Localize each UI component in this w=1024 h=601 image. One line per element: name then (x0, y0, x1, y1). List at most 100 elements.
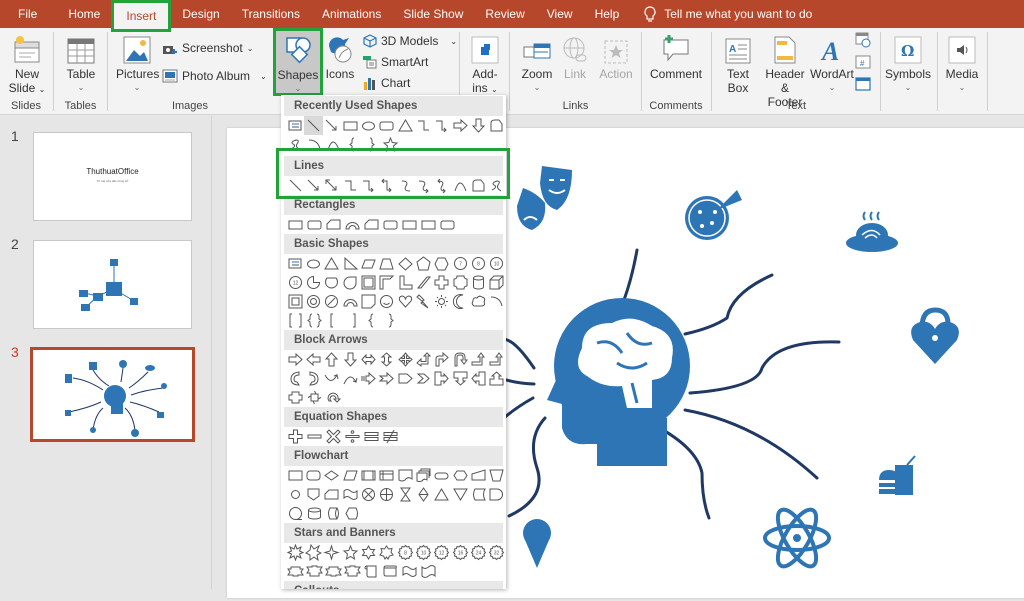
shape-arc-icon[interactable] (305, 135, 324, 154)
shape-scrollh-icon[interactable] (381, 562, 400, 581)
shape-elba-icon[interactable] (433, 116, 451, 135)
tab-slide-show[interactable]: Slide Show (392, 0, 474, 28)
shape-lup-icon[interactable] (414, 350, 432, 369)
shape-ra-icon[interactable] (451, 116, 469, 135)
shape-sun-icon[interactable] (433, 292, 451, 311)
shape-fproc-icon[interactable] (286, 466, 304, 485)
shape-s5-icon[interactable] (381, 135, 400, 154)
shape-falt-icon[interactable] (304, 466, 322, 485)
shape-fcard-icon[interactable] (324, 215, 343, 234)
shape-fsum-icon[interactable] (359, 485, 377, 504)
shape-rrect-icon[interactable] (305, 215, 324, 234)
shape-strip-icon[interactable] (359, 369, 377, 388)
shape-chord-icon[interactable] (323, 273, 341, 292)
shape-seal-icon[interactable]: 24 (469, 543, 487, 562)
shape-cross-icon[interactable] (433, 273, 451, 292)
media-button[interactable]: Media ⌄ (942, 30, 982, 95)
shape-curvR-icon[interactable] (286, 369, 304, 388)
shape-ucall-icon[interactable] (488, 369, 506, 388)
shape-fcard-icon[interactable] (362, 215, 381, 234)
shape-pie-icon[interactable] (304, 273, 322, 292)
shape-bevel-icon[interactable] (286, 292, 304, 311)
shape-curv-icon[interactable] (396, 176, 414, 195)
shape-para-icon[interactable] (359, 254, 377, 273)
tell-me-search[interactable]: Tell me what you want to do (644, 6, 812, 22)
shape-fext-icon[interactable] (433, 485, 451, 504)
shape-rect-icon[interactable] (286, 215, 305, 234)
tab-view[interactable]: View (536, 0, 584, 28)
shape-la-icon[interactable] (304, 350, 322, 369)
shape-oval-icon[interactable] (304, 254, 322, 273)
shape-rrect-icon[interactable] (378, 116, 396, 135)
shape-rect-icon[interactable] (400, 215, 419, 234)
shape-ribbon2-icon[interactable] (343, 562, 362, 581)
tab-review[interactable]: Review (474, 0, 535, 28)
slide-thumbnail-1[interactable]: ThuthuatOffice Trí tuệ của dân công sở (33, 132, 192, 221)
icons-button[interactable]: Icons (324, 30, 356, 81)
shape-curvD-icon[interactable] (341, 369, 359, 388)
shape-trap-icon[interactable] (378, 254, 396, 273)
shape-seal-icon[interactable]: 12 (433, 543, 451, 562)
shape-fmop-icon[interactable] (488, 466, 506, 485)
shape-dia-icon[interactable] (396, 254, 414, 273)
shape-curvL-icon[interactable] (304, 369, 322, 388)
3d-models-button[interactable]: 3D Models ⌄ (363, 34, 457, 48)
shape-line-icon[interactable] (286, 176, 304, 195)
shape-ribbon-icon[interactable] (324, 562, 343, 581)
shape-arch-icon[interactable] (343, 215, 362, 234)
shape-fprep-icon[interactable] (451, 466, 469, 485)
shape-neq-icon[interactable] (381, 427, 400, 446)
shape-plus-icon[interactable] (286, 427, 305, 446)
chart-button[interactable]: Chart (363, 76, 410, 90)
shape-lbrc-icon[interactable] (362, 311, 381, 330)
shape-dcall-icon[interactable] (451, 369, 469, 388)
shape-fdata-icon[interactable] (341, 466, 359, 485)
shape-hex-icon[interactable] (433, 254, 451, 273)
action-button[interactable]: Action (596, 30, 636, 81)
object-icon[interactable] (855, 76, 871, 92)
shape-tear-icon[interactable] (341, 273, 359, 292)
tab-transitions[interactable]: Transitions (231, 0, 311, 28)
shape-L-icon[interactable] (396, 273, 414, 292)
shape-free-icon[interactable] (488, 116, 506, 135)
shape-oval-icon[interactable] (359, 116, 377, 135)
shape-rbrc-icon[interactable] (362, 135, 381, 154)
shape-rbrk-icon[interactable] (343, 311, 362, 330)
shape-fseq-icon[interactable] (286, 504, 305, 523)
shape-ribbon-icon[interactable] (286, 562, 305, 581)
shape-fcol-icon[interactable] (396, 485, 414, 504)
add-ins-button[interactable]: Add- ins ⌄ (466, 30, 504, 97)
shape-brk-icon[interactable] (286, 311, 305, 330)
shape-bentup-icon[interactable] (488, 350, 506, 369)
shape-fdoc-icon[interactable] (396, 466, 414, 485)
shape-quad-icon[interactable] (396, 350, 414, 369)
shape-fold-icon[interactable] (359, 292, 377, 311)
shape-s4-icon[interactable] (323, 543, 341, 562)
pictures-button[interactable]: Pictures ⌄ (116, 30, 159, 95)
shape-diag-icon[interactable] (414, 273, 432, 292)
shape-lrcall-icon[interactable] (286, 388, 305, 407)
shape-fstor-icon[interactable] (469, 485, 487, 504)
shape-half-icon[interactable] (378, 273, 396, 292)
shape-ua-icon[interactable] (323, 350, 341, 369)
shape-da-icon[interactable] (341, 350, 359, 369)
shapes-button[interactable]: Shapes ⌄ (273, 28, 323, 96)
shape-elb-icon[interactable] (341, 176, 359, 195)
shape-arch-icon[interactable] (341, 292, 359, 311)
shape-tb-icon[interactable] (286, 116, 304, 135)
shape-bolt-icon[interactable] (414, 292, 432, 311)
shape-wave-icon[interactable] (400, 562, 419, 581)
shape-foff-icon[interactable] (304, 485, 322, 504)
shape-arc-icon[interactable] (488, 292, 506, 311)
shape-elb-icon[interactable] (414, 116, 432, 135)
shape-cube-icon[interactable] (488, 273, 506, 292)
shape-arr-icon[interactable] (323, 116, 341, 135)
shape-for-icon[interactable] (378, 485, 396, 504)
shape-num-icon[interactable]: 8 (469, 254, 487, 273)
link-button[interactable]: Link (560, 30, 590, 81)
shape-fmdoc-icon[interactable] (414, 466, 432, 485)
shape-fint-icon[interactable] (378, 466, 396, 485)
shape-can-icon[interactable] (469, 273, 487, 292)
shape-mult-icon[interactable] (324, 427, 343, 446)
shape-tri-icon[interactable] (396, 116, 414, 135)
